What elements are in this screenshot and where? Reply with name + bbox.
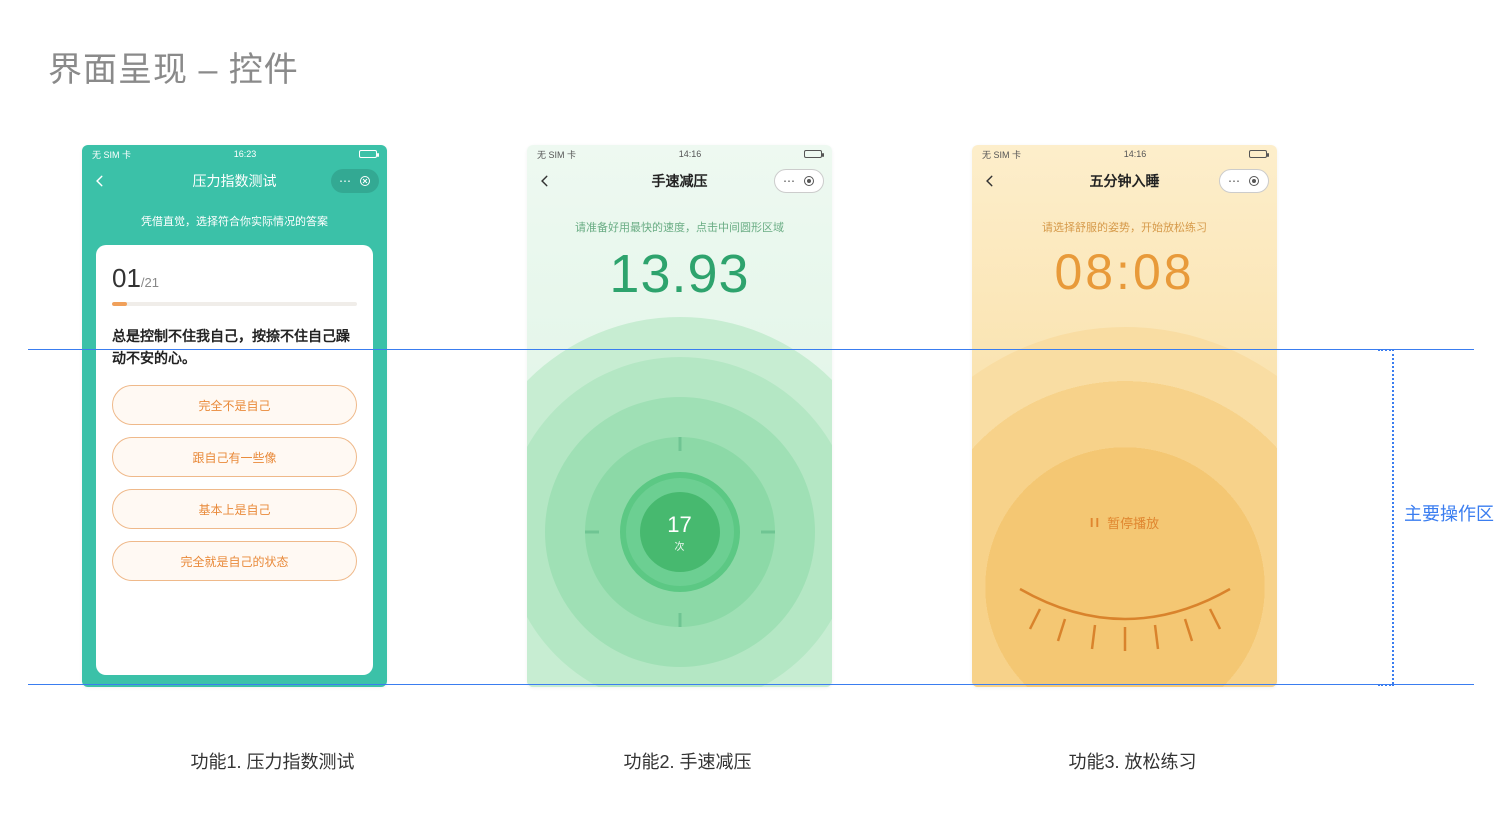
hint-text: 请准备好用最快的速度，点击中间圆形区域 — [527, 219, 832, 235]
carrier-text: 无 SIM 卡 — [92, 148, 131, 161]
nav-bar: 手速减压 ⋯ — [527, 163, 832, 199]
nav-bar: 五分钟入睡 ⋯ — [972, 163, 1277, 199]
pause-icon: II — [1090, 515, 1101, 530]
phone-stress-test: 无 SIM 卡 16:23 压力指数测试 ⋯ 凭借直觉，选择符合你实际情况的答案… — [82, 145, 387, 687]
carrier-text: 无 SIM 卡 — [982, 148, 1021, 161]
guide-line-bottom — [28, 684, 1474, 685]
question-card: 01/21 总是控制不住我自己，按捺不住自己躁动不安的心。 完全不是自己 跟自己… — [96, 245, 373, 675]
elapsed-time: 13.93 — [527, 243, 832, 305]
more-button[interactable]: ⋯ — [1224, 171, 1244, 191]
tap-target[interactable]: 17 次 — [527, 317, 832, 687]
countdown-timer: 08:08 — [972, 243, 1277, 301]
option-button[interactable]: 基本上是自己 — [112, 489, 357, 529]
tap-count: 17 — [667, 512, 691, 538]
caption-phone2: 功能2. 手速减压 — [535, 748, 840, 774]
guide-bracket-tick — [1378, 684, 1394, 686]
guide-bracket — [1392, 349, 1394, 684]
question-text: 总是控制不住我自己，按捺不住自己躁动不安的心。 — [112, 326, 357, 369]
guide-line-top — [28, 349, 1474, 350]
nav-actions: ⋯ — [331, 169, 379, 193]
progress-total: /21 — [141, 275, 159, 290]
status-time: 14:16 — [679, 149, 702, 159]
nav-actions: ⋯ — [1219, 169, 1269, 193]
battery-icon — [804, 150, 822, 158]
phone-hand-speed: 无 SIM 卡 14:16 手速减压 ⋯ 请准备好用最快的速度，点击中间圆形区域… — [527, 145, 832, 687]
status-bar: 无 SIM 卡 14:16 — [527, 145, 832, 163]
nav-actions: ⋯ — [774, 169, 824, 193]
close-button[interactable] — [799, 171, 819, 191]
battery-icon — [1249, 150, 1267, 158]
option-button[interactable]: 完全就是自己的状态 — [112, 541, 357, 581]
pause-button[interactable]: II 暂停播放 — [972, 513, 1277, 532]
progress-counter: 01/21 — [112, 263, 357, 294]
options-list: 完全不是自己 跟自己有一些像 基本上是自己 完全就是自己的状态 — [112, 385, 357, 581]
carrier-text: 无 SIM 卡 — [537, 148, 576, 161]
pause-label: 暂停播放 — [1107, 513, 1159, 532]
slide-title: 界面呈现 – 控件 — [48, 42, 299, 91]
hint-text: 请选择舒服的姿势，开始放松练习 — [972, 219, 1277, 235]
tap-center[interactable]: 17 次 — [640, 492, 720, 572]
close-icon — [359, 175, 371, 187]
main-area-label: 主要操作区 — [1404, 500, 1494, 526]
tap-unit: 次 — [675, 538, 685, 553]
battery-icon — [359, 150, 377, 158]
more-button[interactable]: ⋯ — [779, 171, 799, 191]
option-button[interactable]: 完全不是自己 — [112, 385, 357, 425]
phone-relax: 无 SIM 卡 14:16 五分钟入睡 ⋯ 请选择舒服的姿势，开始放松练习 08… — [972, 145, 1277, 687]
hint-text: 凭借直觉，选择符合你实际情况的答案 — [82, 213, 387, 229]
phones-row: 无 SIM 卡 16:23 压力指数测试 ⋯ 凭借直觉，选择符合你实际情况的答案… — [0, 145, 1504, 687]
close-button[interactable] — [1244, 171, 1264, 191]
status-time: 14:16 — [1124, 149, 1147, 159]
nav-bar: 压力指数测试 ⋯ — [82, 163, 387, 199]
close-icon — [1248, 175, 1260, 187]
status-time: 16:23 — [234, 149, 257, 159]
closed-eye-icon — [1010, 579, 1240, 659]
caption-phone1: 功能1. 压力指数测试 — [120, 748, 425, 774]
progress-bar — [112, 302, 357, 306]
more-button[interactable]: ⋯ — [335, 171, 355, 191]
close-button[interactable] — [355, 171, 375, 191]
progress-current: 01 — [112, 263, 141, 293]
option-button[interactable]: 跟自己有一些像 — [112, 437, 357, 477]
status-bar: 无 SIM 卡 14:16 — [972, 145, 1277, 163]
close-icon — [803, 175, 815, 187]
status-bar: 无 SIM 卡 16:23 — [82, 145, 387, 163]
captions-row: 功能1. 压力指数测试 功能2. 手速减压 功能3. 放松练习 — [0, 748, 1504, 774]
caption-phone3: 功能3. 放松练习 — [980, 748, 1285, 774]
guide-bracket-tick — [1378, 349, 1394, 351]
